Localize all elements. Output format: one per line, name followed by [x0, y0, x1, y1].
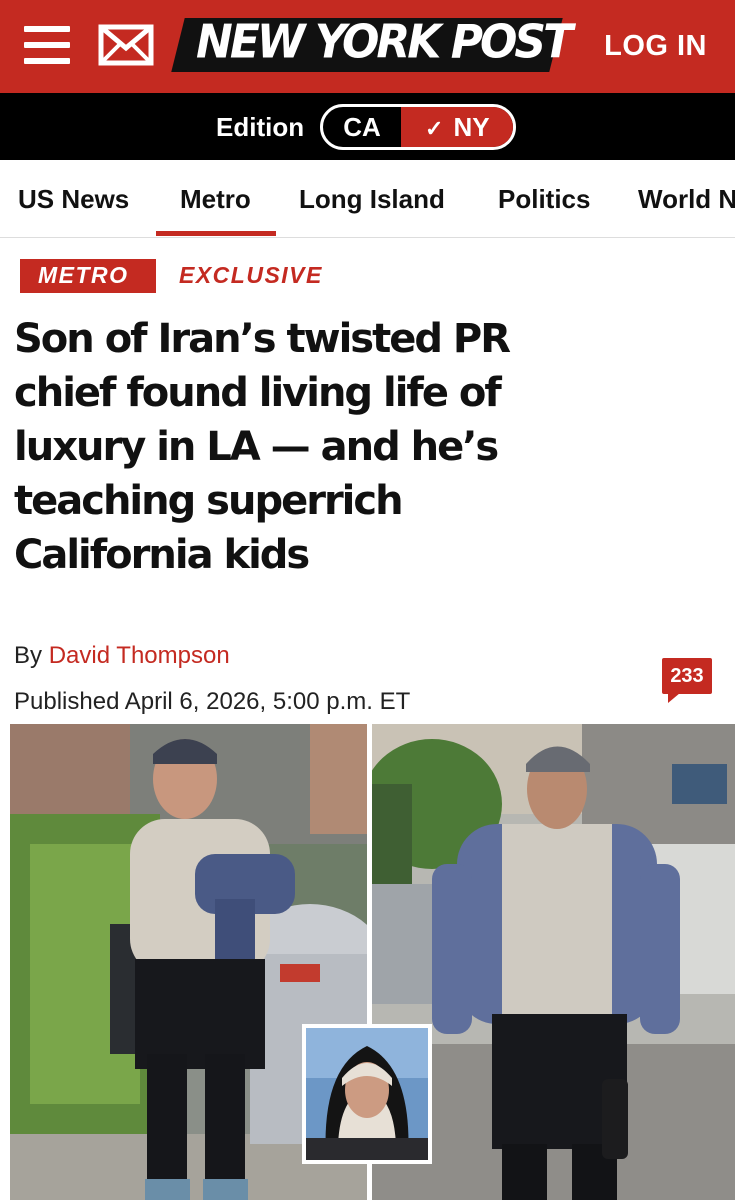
published-date: Published April 6, 2026, 5:00 p.m. ET: [14, 688, 411, 715]
logo-text: NEW YORK POST: [196, 15, 573, 70]
edition-option-ny[interactable]: ✓ NY: [401, 107, 513, 147]
edition-option-ca[interactable]: CA: [323, 107, 401, 147]
checkmark-icon: ✓: [425, 116, 444, 141]
login-button[interactable]: LOG IN: [604, 30, 707, 63]
site-logo[interactable]: NEW YORK POST: [171, 14, 573, 76]
article-headline: Son of Iran’s twisted PR chief found liv…: [14, 312, 714, 582]
byline-prefix: By: [14, 642, 43, 669]
byline: By David Thompson: [14, 642, 230, 670]
nav-item-long-island[interactable]: Long Island: [299, 184, 445, 215]
nav-item-metro[interactable]: Metro: [180, 184, 251, 215]
headline-line: chief found living life of: [14, 370, 502, 416]
section-tag[interactable]: METRO: [20, 259, 156, 293]
edition-label: Edition: [216, 112, 305, 142]
comments-button[interactable]: 233: [662, 658, 712, 703]
section-nav: US News Metro Long Island Politics World…: [0, 160, 735, 238]
edition-toggle: CA ✓ NY: [320, 104, 516, 150]
nav-item-us-news[interactable]: US News: [18, 184, 129, 215]
headline-line: California kids: [14, 532, 310, 578]
headline-line: luxury in LA — and he’s: [14, 424, 499, 470]
edition-bar: Edition CA ✓ NY: [0, 93, 735, 160]
author-link[interactable]: David Thompson: [49, 642, 230, 669]
comment-count: 233: [670, 665, 704, 687]
nav-item-politics[interactable]: Politics: [498, 184, 590, 215]
nav-item-world[interactable]: World N: [638, 184, 735, 215]
envelope-icon[interactable]: [98, 24, 154, 66]
edition-option-ny-label: NY: [453, 112, 490, 142]
headline-line: Son of Iran’s twisted PR: [14, 316, 511, 362]
site-header: NEW YORK POST LOG IN: [0, 0, 735, 93]
exclusive-kicker: EXCLUSIVE: [179, 262, 323, 288]
active-section-indicator: [156, 231, 276, 236]
section-tag-label: METRO: [38, 262, 129, 288]
inset-portrait-photo[interactable]: [302, 1024, 432, 1164]
headline-line: teaching superrich: [14, 478, 404, 524]
hamburger-menu-icon[interactable]: [24, 26, 72, 64]
